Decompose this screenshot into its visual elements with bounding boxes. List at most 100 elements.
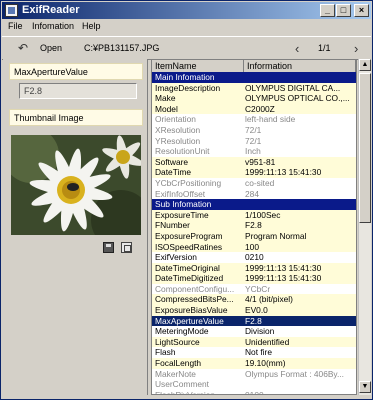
maximize-button[interactable]: □ [336,4,351,17]
table-row[interactable]: UserComment [152,379,356,390]
information-cell: 72/1 [245,124,262,135]
information-cell: 1/100Sec [245,209,281,220]
table-row[interactable]: Make OLYMPUS OPTICAL CO.,... [152,93,356,104]
table-row[interactable]: YResolution 72/1 [152,135,356,147]
item-name-cell: ExifVersion [155,252,197,263]
table-row[interactable]: ExposureProgram Program Normal [152,230,356,242]
page-indicator: 1/1 [318,43,331,53]
menu-bar: File Infomation Help [2,19,371,35]
exif-table: ItemName Information Main Infomation Imag… [151,59,357,395]
table-row[interactable]: FlashPixVersion 0100 [152,389,356,395]
item-name-cell: FocalLength [155,358,202,369]
table-row[interactable]: YCbCrPositioning co-sited [152,177,356,189]
information-cell: co-sited [245,177,275,188]
table-row[interactable]: Flash Not fire [152,347,356,359]
table-row[interactable]: ResolutionUnit Inch [152,146,356,157]
detail-panel: MaxApertureValue F2.8 Thumbnail Image [3,59,148,395]
item-name-cell: Make [155,93,176,104]
information-cell: Program Normal [245,230,307,241]
item-name-cell: Flash [155,347,176,358]
information-cell: F2.8 [245,220,262,231]
thumbnail-image [11,135,141,235]
vertical-scrollbar[interactable]: ▲ ▼ [358,59,371,395]
column-header-itemname[interactable]: ItemName [152,60,244,72]
app-icon [5,4,18,17]
item-name-cell: YResolution [155,135,201,146]
item-name-cell: ExposureTime [155,209,209,220]
table-row[interactable]: FocalLength 19.10(mm) [152,358,356,369]
table-row[interactable]: XResolution 72/1 [152,124,356,136]
scroll-up-icon[interactable]: ▲ [359,59,371,71]
item-name-cell: Main Infomation [155,72,215,82]
table-row[interactable]: ISOSpeedRatines 100 [152,241,356,253]
table-row[interactable]: CompressedBitsPe... 4/1 (bit/pixel) [152,294,356,306]
item-name-cell: FlashPixVersion [155,389,216,395]
information-cell: EV0.0 [245,305,268,316]
item-name-cell: LightSource [155,336,200,347]
item-name-cell: ComponentConfigu... [155,283,235,294]
app-window: ExifReader _ □ × File Infomation Help ↶ … [0,0,373,400]
open-button[interactable]: ↶ Open [8,39,66,57]
table-row[interactable]: MakerNote Olympus Format : 406By... [152,368,356,380]
table-row[interactable]: Model C2000Z [152,103,356,115]
field-value-box: F2.8 [19,83,137,99]
table-row[interactable]: LightSource Unidentified [152,336,356,348]
prev-arrow-icon[interactable]: ‹ [295,41,299,56]
item-name-cell: YCbCrPositioning [155,177,222,188]
section-header-row[interactable]: Main Infomation [152,72,356,83]
menu-help[interactable]: Help [82,21,101,31]
table-row[interactable]: ComponentConfigu... YCbCr [152,283,356,295]
close-button[interactable]: × [354,4,369,17]
copy-icon[interactable] [121,242,132,253]
information-cell: 0100 [245,389,264,395]
table-row[interactable]: ExifVersion 0210 [152,252,356,263]
minimize-button[interactable]: _ [320,4,335,17]
information-cell: 100 [245,241,259,252]
item-name-cell: Software [155,156,189,167]
table-row[interactable]: DateTime 1999:11:13 15:41:30 [152,167,356,178]
item-name-cell: FNumber [155,220,190,231]
item-name-cell: XResolution [155,124,201,135]
title-bar[interactable]: ExifReader _ □ × [2,2,371,19]
information-cell: F2.8 [245,315,262,326]
table-row[interactable]: DateTimeDigitized 1999:11:13 15:41:30 [152,273,356,284]
table-row[interactable]: FNumber F2.8 [152,220,356,231]
column-header-information[interactable]: Information [244,60,356,72]
information-cell: 1999:11:13 15:41:30 [245,167,322,178]
scroll-down-icon[interactable]: ▼ [359,381,371,393]
item-name-cell: DateTimeOriginal [155,262,220,273]
scroll-thumb[interactable] [359,73,371,223]
daisy-photo [11,135,141,235]
open-button-label: Open [40,43,63,53]
information-cell: C2000Z [245,103,275,114]
information-cell: left-hand side [245,114,296,125]
item-name-cell: ISOSpeedRatines [155,241,223,252]
information-cell: YCbCr [245,283,271,294]
item-name-cell: ImageDescription [155,82,221,93]
item-name-cell: MakerNote [155,368,196,379]
save-icon[interactable] [103,242,114,253]
table-row[interactable]: ExifInfoOffset 284 [152,188,356,200]
table-row[interactable]: MaxApertureValue F2.8 [152,315,356,327]
table-row[interactable]: ExposureBiasValue EV0.0 [152,305,356,316]
file-path: C:¥PB131157.JPG [84,43,160,53]
item-name-cell: ExposureBiasValue [155,305,228,316]
table-row[interactable]: MeteringMode Division [152,326,356,337]
menu-infomation[interactable]: Infomation [32,21,74,31]
table-row[interactable]: ImageDescription OLYMPUS DIGITAL CA... [152,82,356,94]
item-name-cell: ExifInfoOffset [155,188,206,199]
table-row[interactable]: Software v951-81 [152,156,356,168]
information-cell: OLYMPUS OPTICAL CO.,... [245,93,350,104]
table-row[interactable]: DateTimeOriginal 1999:11:13 15:41:30 [152,262,356,274]
item-name-cell: DateTimeDigitized [155,273,224,284]
table-body: Main Infomation ImageDescription OLYMPUS D… [152,72,356,395]
table-row[interactable]: Orientation left-hand side [152,114,356,125]
menu-file[interactable]: File [8,21,23,31]
table-row[interactable]: ExposureTime 1/100Sec [152,209,356,221]
item-name-cell: ResolutionUnit [155,146,210,157]
item-name-cell: MaxApertureValue [155,315,224,326]
section-header-row[interactable]: Sub Infomation [152,199,356,210]
next-arrow-icon[interactable]: › [354,41,358,56]
information-cell: 0210 [245,252,264,263]
field-name-label: MaxApertureValue [9,63,143,80]
